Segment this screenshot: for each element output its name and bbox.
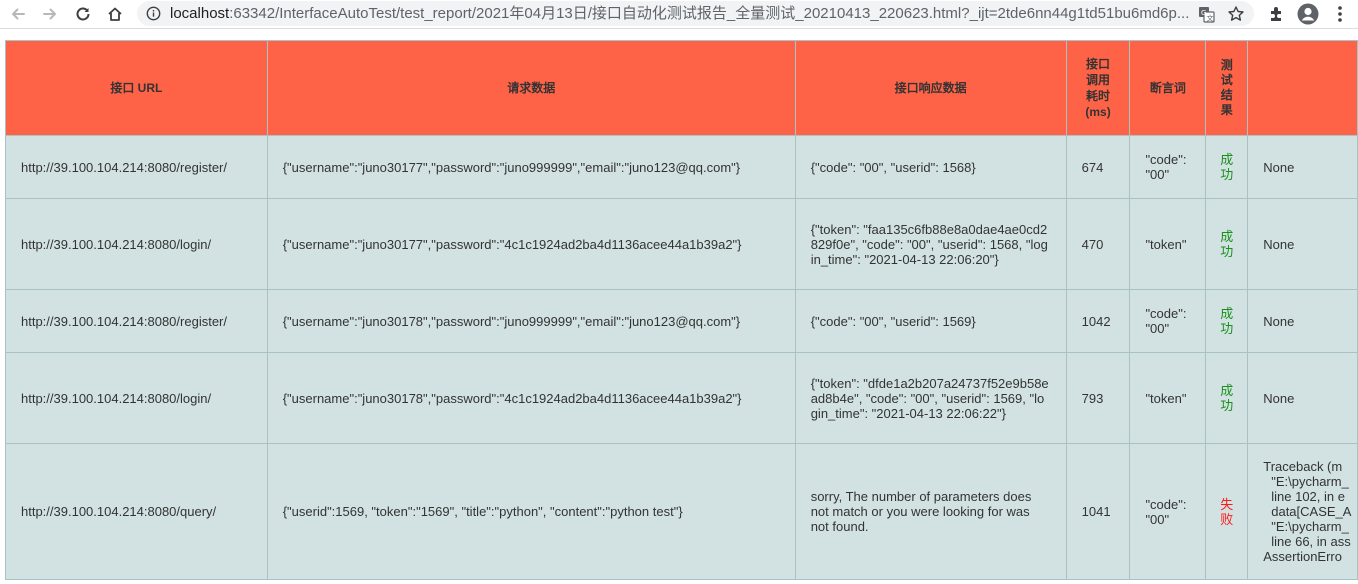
cell-error: Traceback (m "E:\pycharm_ line 102, in e… xyxy=(1247,443,1358,580)
header-url: 接口 URL xyxy=(5,40,268,136)
cell-time: 1041 xyxy=(1065,443,1131,580)
forward-button[interactable] xyxy=(38,2,62,26)
cell-url: http://39.100.104.214:8080/register/ xyxy=(5,289,268,353)
cell-time: 793 xyxy=(1065,352,1131,444)
cell-error: None xyxy=(1247,198,1358,290)
cell-request: {"username":"juno30178","password":"4c1c… xyxy=(266,352,796,444)
home-icon xyxy=(108,7,122,21)
result-pass: 成功 xyxy=(1220,306,1234,336)
cell-request: {"username":"juno30177","password":"juno… xyxy=(266,135,796,199)
cell-response: sorry, The number of parameters does not… xyxy=(794,443,1067,580)
error-line: data[CASE_A xyxy=(1271,504,1352,519)
cell-request: {"username":"juno30177","password":"4c1c… xyxy=(266,198,796,290)
svg-text:文: 文 xyxy=(1206,13,1213,22)
header-request: 请求数据 xyxy=(266,40,796,136)
forward-icon xyxy=(43,8,56,20)
error-line: line 102, in e xyxy=(1271,489,1345,504)
header-time-label: 接口调用耗时(ms) xyxy=(1085,57,1111,119)
address-bar[interactable]: localhost:63342/InterfaceAutoTest/test_r… xyxy=(137,1,1254,26)
translate-icon[interactable]: G 文 xyxy=(1196,4,1216,24)
header-time: 接口调用耗时(ms) xyxy=(1065,40,1131,136)
menu-button[interactable] xyxy=(1328,2,1352,26)
table-row: http://39.100.104.214:8080/register/ {"u… xyxy=(5,289,1358,353)
table-row: http://39.100.104.214:8080/register/ {"u… xyxy=(5,135,1358,199)
cell-result: 成功 xyxy=(1205,289,1249,353)
cell-error: None xyxy=(1247,289,1358,353)
cell-result: 成功 xyxy=(1205,135,1249,199)
profile-icon xyxy=(1297,3,1319,25)
cell-url: http://39.100.104.214:8080/login/ xyxy=(5,198,268,290)
profile-button[interactable] xyxy=(1296,2,1320,26)
cell-error: None xyxy=(1247,135,1358,199)
extensions-button[interactable] xyxy=(1265,2,1289,26)
bookmark-star-icon[interactable] xyxy=(1226,4,1246,24)
error-line: line 66, in ass xyxy=(1271,534,1351,549)
cell-url: http://39.100.104.214:8080/login/ xyxy=(5,352,268,444)
cell-assert: "code": "00" xyxy=(1129,135,1207,199)
cell-assert: "code": "00" xyxy=(1129,289,1207,353)
browser-toolbar: localhost:63342/InterfaceAutoTest/test_r… xyxy=(0,0,1358,29)
cell-time: 674 xyxy=(1065,135,1131,199)
cell-time: 1042 xyxy=(1065,289,1131,353)
reload-button[interactable] xyxy=(71,2,95,26)
error-line: "E:\pycharm_ xyxy=(1271,519,1349,534)
cell-result: 成功 xyxy=(1205,198,1249,290)
table-row: http://39.100.104.214:8080/login/ {"user… xyxy=(5,352,1358,444)
url-text[interactable]: localhost:63342/InterfaceAutoTest/test_r… xyxy=(170,1,1190,26)
header-row: 接口 URL 请求数据 接口响应数据 接口调用耗时(ms) 断言词 测试结果 xyxy=(5,40,1358,136)
cell-error: None xyxy=(1247,352,1358,444)
header-result: 测试结果 xyxy=(1205,40,1249,136)
error-line: "E:\pycharm_ xyxy=(1271,474,1349,489)
result-pass: 成功 xyxy=(1220,152,1234,182)
info-icon[interactable] xyxy=(145,5,162,22)
cell-request: {"userid":1569, "token":"1569", "title":… xyxy=(266,443,796,580)
extensions-icon xyxy=(1271,7,1281,21)
reload-icon xyxy=(76,7,90,21)
cell-response: {"code": "00", "userid": 1568} xyxy=(794,135,1067,199)
cell-assert: "token" xyxy=(1129,198,1207,290)
cell-result: 失败 xyxy=(1205,443,1249,580)
result-pass: 成功 xyxy=(1220,383,1234,413)
header-error xyxy=(1247,40,1358,136)
header-response: 接口响应数据 xyxy=(794,40,1067,136)
result-pass: 成功 xyxy=(1220,229,1234,259)
cell-assert: "code": "00" xyxy=(1129,443,1207,580)
home-button[interactable] xyxy=(103,2,127,26)
header-result-label: 测试结果 xyxy=(1220,58,1233,117)
table-row: http://39.100.104.214:8080/query/ {"user… xyxy=(5,443,1358,580)
url-host: localhost xyxy=(170,5,230,22)
cell-url: http://39.100.104.214:8080/query/ xyxy=(5,443,268,580)
back-icon xyxy=(12,8,25,20)
header-assert: 断言词 xyxy=(1129,40,1207,136)
back-button[interactable] xyxy=(6,2,30,26)
error-line: AssertionErro xyxy=(1263,549,1342,564)
table-row: http://39.100.104.214:8080/login/ {"user… xyxy=(5,198,1358,290)
url-path: :63342/InterfaceAutoTest/test_report/202… xyxy=(229,5,1190,22)
cell-time: 470 xyxy=(1065,198,1131,290)
cell-request: {"username":"juno30178","password":"juno… xyxy=(266,289,796,353)
result-fail: 失败 xyxy=(1220,496,1234,527)
cell-url: http://39.100.104.214:8080/register/ xyxy=(5,135,268,199)
error-line: Traceback (m xyxy=(1263,459,1343,474)
cell-response: {"token": "dfde1a2b207a24737f52e9b58ead8… xyxy=(794,352,1067,444)
menu-icon xyxy=(1338,6,1342,22)
test-report-table: 接口 URL 请求数据 接口响应数据 接口调用耗时(ms) 断言词 测试结果 h… xyxy=(5,40,1358,580)
cell-result: 成功 xyxy=(1205,352,1249,444)
cell-response: {"code": "00", "userid": 1569} xyxy=(794,289,1067,353)
cell-assert: "token" xyxy=(1129,352,1207,444)
cell-response: {"token": "faa135c6fb88e8a0dae4ae0cd2829… xyxy=(794,198,1067,290)
